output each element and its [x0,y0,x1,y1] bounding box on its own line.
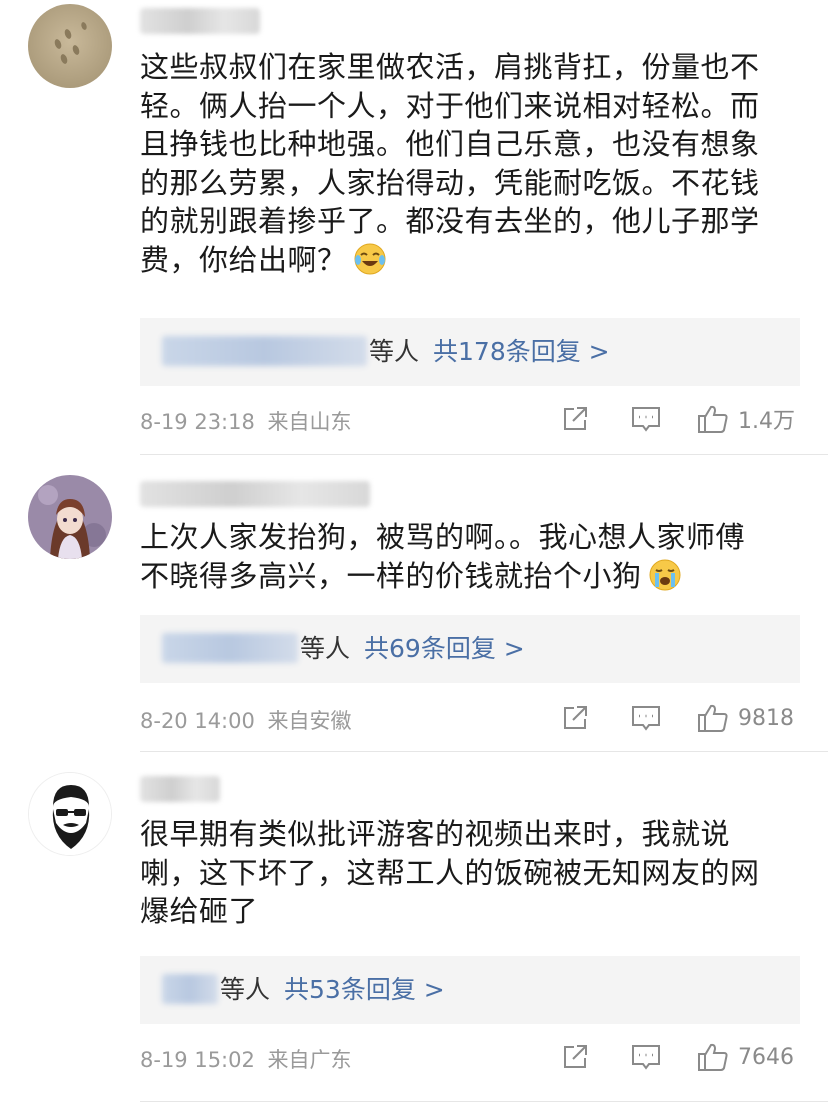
reply-etc-label: 等人 [220,975,271,1004]
comment-line: 很早期有类似批评游客的视频出来时，我就说 [140,817,731,851]
comment-line: 费，你给出啊？ [140,241,800,280]
comment-meta: 8-19 23:18 来自山东 [140,406,352,436]
reply-count-link[interactable]: 共178条回复 > [433,337,610,366]
comment-text: 这些叔叔们在家里做农活，肩挑背扛，份量也不 轻。俩人抬一个人，对于他们来说相对轻… [140,48,800,279]
reply-names-blurred [162,633,298,663]
reply-names-blurred [162,336,367,366]
comment-date: 8-20 14:00 [140,709,255,733]
comment-line-text: 费，你给出啊？ [140,242,347,277]
comment-meta: 8-20 14:00 来自安徽 [140,705,352,735]
replies-preview[interactable]: 等人 共53条回复 > [140,956,800,1024]
comment-button[interactable] [630,1040,662,1074]
comment-line: 爆给砸了 [140,894,259,928]
avatar[interactable] [28,772,112,856]
reply-names-blurred [162,974,218,1004]
comment-button[interactable] [630,402,662,436]
comment-item: 很早期有类似批评游客的视频出来时，我就说 喇，这下坏了，这帮工人的饭碗被无知网友… [0,752,828,1102]
comment-icon [632,1045,660,1070]
thumbs-up-icon [698,405,728,433]
comment-date: 8-19 23:18 [140,410,255,434]
comment-location: 来自安徽 [267,709,352,733]
replies-preview[interactable]: 等人 共69条回复 > [140,615,800,683]
comment-line: 这些叔叔们在家里做农活，肩挑背扛，份量也不 [140,50,760,84]
like-button[interactable]: 9818 [696,701,794,735]
comment-icon [632,407,660,432]
comment-line-text: 不晓得多高兴，一样的价钱就抬个小狗 [140,558,642,593]
share-button[interactable] [560,1040,590,1074]
reply-etc-label: 等人 [300,634,351,663]
reply-count-link[interactable]: 共53条回复 > [284,975,445,1004]
comment-line: 且挣钱也比种地强。他们自己乐意，也没有想象 [140,127,760,161]
comment-icon [632,706,660,731]
share-icon [564,706,587,729]
comment-meta: 8-19 15:02 来自广东 [140,1044,352,1074]
crying-emoji-icon [649,559,681,590]
comment-line: 上次人家发抬狗，被骂的啊。。我心想人家师傅 [140,520,746,554]
comment-button[interactable] [630,701,662,735]
share-button[interactable] [560,402,590,436]
username-blurred[interactable] [140,8,260,34]
share-icon [564,1045,587,1068]
comment-text: 上次人家发抬狗，被骂的啊。。我心想人家师傅 不晓得多高兴，一样的价钱就抬个小狗 [140,518,800,595]
avatar[interactable] [28,4,112,88]
comment-location: 来自广东 [267,1048,352,1072]
thumbs-up-icon [698,1043,728,1071]
share-icon [564,407,587,430]
comment-item: 上次人家发抬狗，被骂的啊。。我心想人家师傅 不晓得多高兴，一样的价钱就抬个小狗 … [0,455,828,752]
comment-line: 喇，这下坏了，这帮工人的饭碗被无知网友的网 [140,855,760,890]
like-count: 7646 [738,1044,794,1070]
like-count: 1.4万 [738,409,795,434]
username-blurred[interactable] [140,776,220,802]
username-blurred[interactable] [140,481,370,507]
comment-item: 这些叔叔们在家里做农活，肩挑背扛，份量也不 轻。俩人抬一个人，对于他们来说相对轻… [0,0,828,455]
comment-line: 轻。俩人抬一个人，对于他们来说相对轻松。而 [140,88,760,123]
reply-etc-label: 等人 [369,337,420,366]
laughing-crying-emoji-icon [354,243,386,274]
avatar[interactable] [28,475,112,559]
thumbs-up-icon [698,704,728,732]
share-button[interactable] [560,701,590,735]
replies-preview[interactable]: 等人 共178条回复 > [140,318,800,386]
comment-location: 来自山东 [267,410,352,434]
comment-line: 的那么劳累，人家抬得动，凭能耐吃饭。不花钱 [140,165,760,200]
like-button[interactable]: 1.4万 [696,402,795,436]
comment-date: 8-19 15:02 [140,1048,255,1072]
comment-line: 不晓得多高兴，一样的价钱就抬个小狗 [140,557,800,596]
like-count: 9818 [738,705,794,731]
comment-line: 的就别跟着掺乎了。都没有去坐的，他儿子那学 [140,204,760,238]
reply-count-link[interactable]: 共69条回复 > [364,634,525,663]
comment-text: 很早期有类似批评游客的视频出来时，我就说 喇，这下坏了，这帮工人的饭碗被无知网友… [140,815,800,931]
like-button[interactable]: 7646 [696,1040,794,1074]
